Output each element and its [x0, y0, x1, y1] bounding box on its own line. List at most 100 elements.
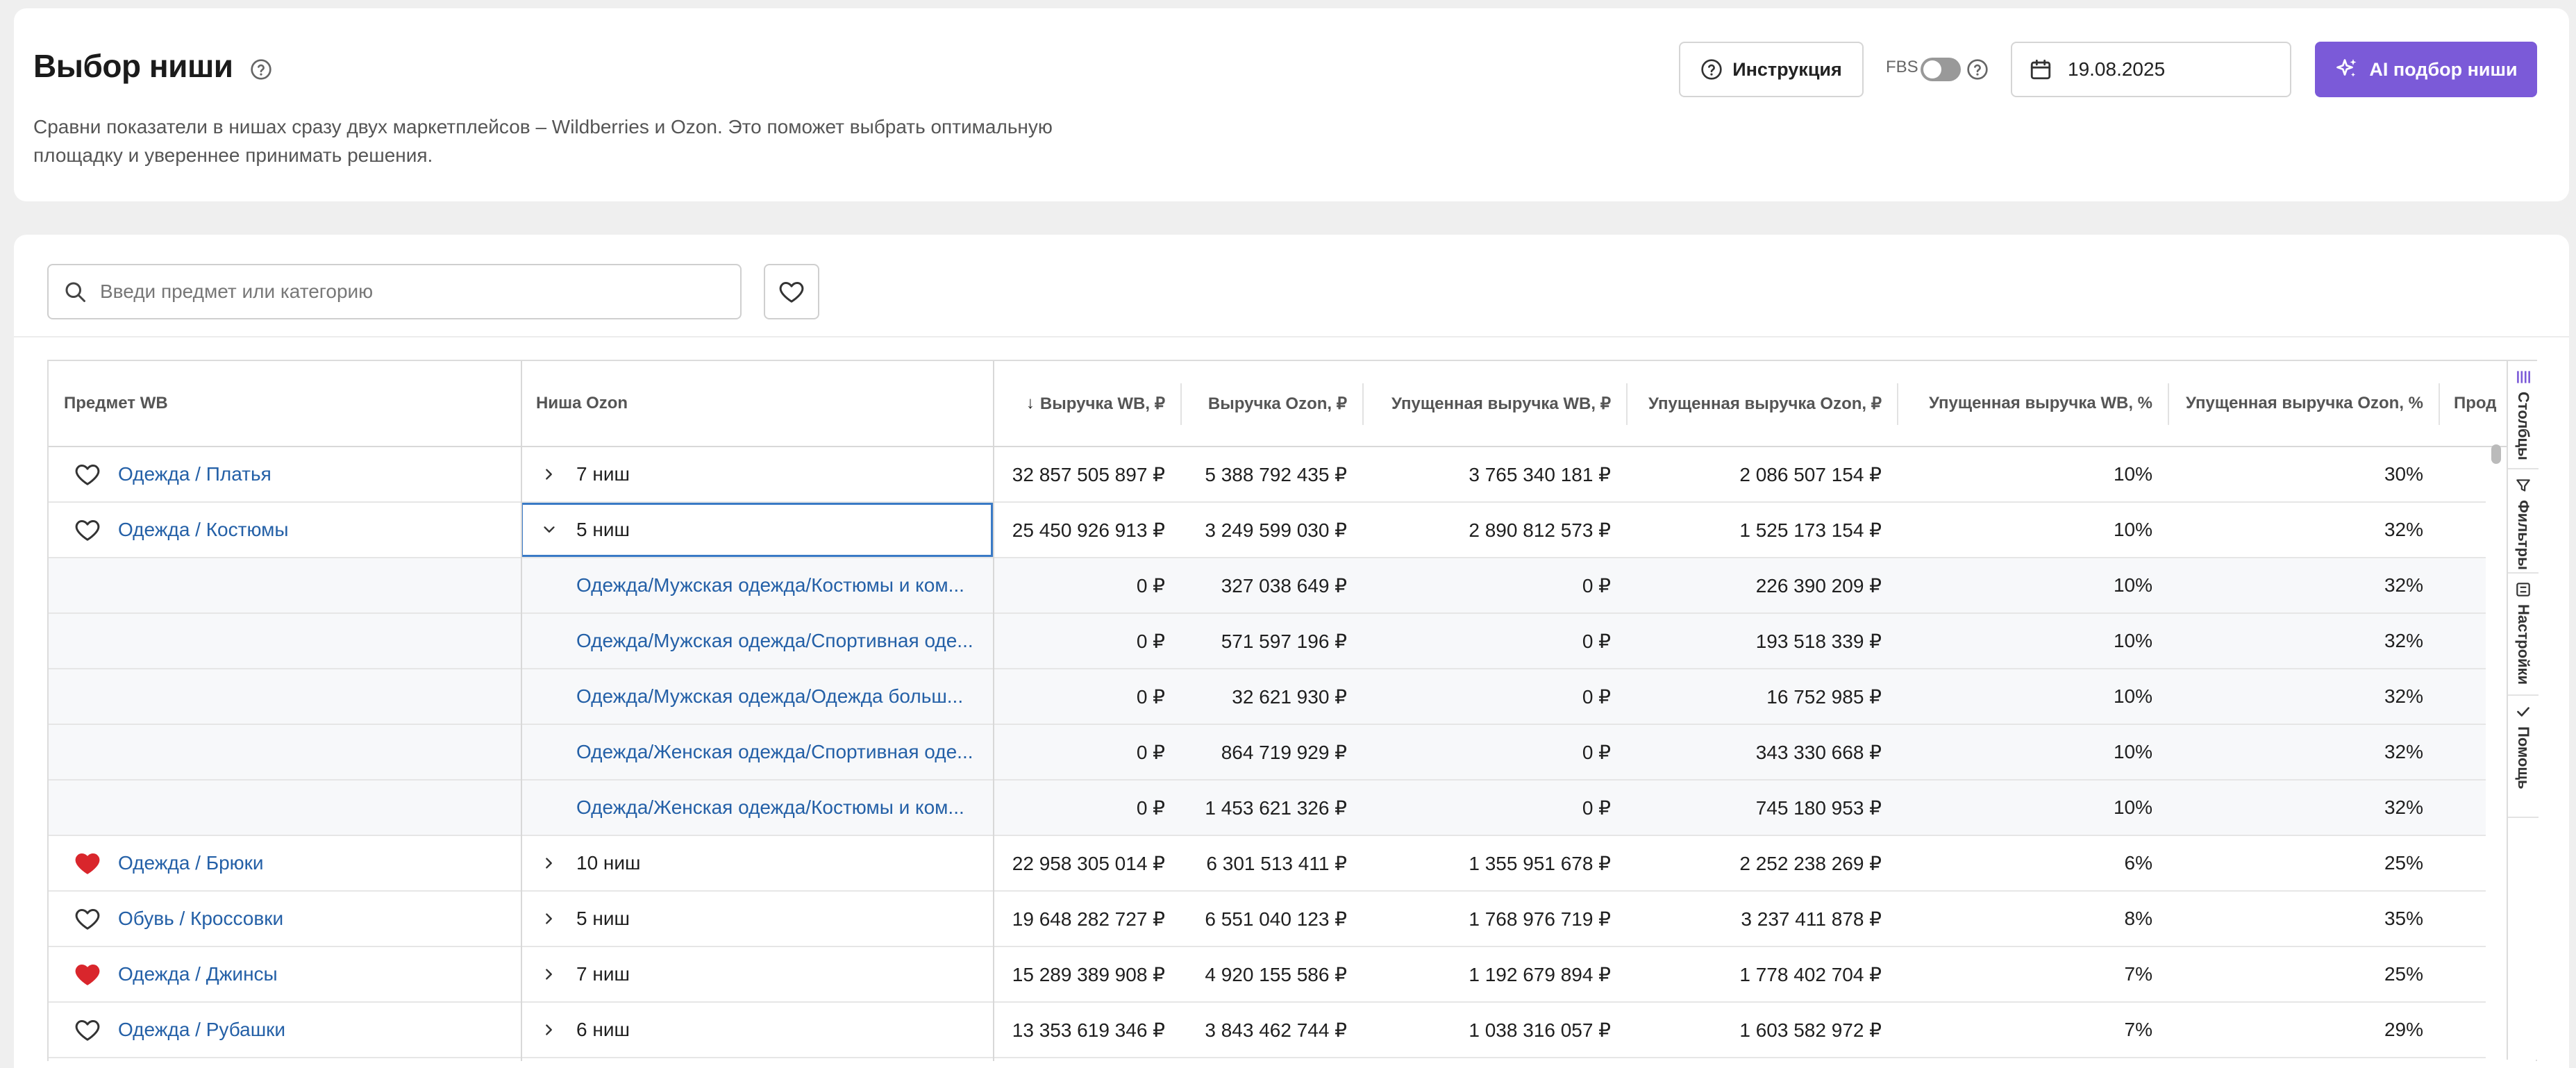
subject-link[interactable]: Одежда / Джинсы [118, 963, 278, 985]
child-niche-row[interactable]: Одежда/Мужская одежда/Одежда больш... 0 ₽… [49, 669, 2486, 725]
value-lost-wb: 1 768 976 719 ₽ [1469, 908, 1611, 930]
value-rev-wb: 15 289 389 908 ₽ [1012, 963, 1165, 985]
ozon-niche-link[interactable]: Одежда/Женская одежда/Спортивная оде... [576, 725, 990, 779]
heart-icon[interactable] [74, 460, 101, 488]
column-header-niche[interactable]: Ниша Ozon [536, 361, 978, 447]
value-rev-wb: 19 648 282 727 ₽ [1012, 908, 1165, 930]
ozon-niche-link[interactable]: Одежда/Мужская одежда/Спортивная оде... [576, 614, 990, 668]
subject-link[interactable]: Одежда / Брюки [118, 852, 264, 874]
table-row[interactable]: Одежда / Брюки 10 ниш 22 958 305 014 ₽ 6 30… [49, 836, 2486, 892]
value-rev-ozon: 1 453 621 326 ₽ [1205, 796, 1347, 819]
niche-count: 5 ниш [576, 519, 630, 540]
search-box[interactable] [47, 264, 742, 319]
niche-count: 6 ниш [576, 1019, 630, 1040]
heart-icon[interactable] [74, 516, 101, 544]
heart-icon [779, 282, 804, 303]
column-header-label: Упущенная выручка WB, ₽ [1391, 394, 1611, 413]
table-row[interactable]: Одежда / Костюмы 5 ниш 25 450 926 913 ₽ 3 2… [49, 503, 2486, 558]
column-resize-handle[interactable] [1180, 383, 1182, 425]
table-row[interactable]: Одежда / Рубашки 6 ниш 13 353 619 346 ₽ 3 8… [49, 1003, 2486, 1058]
chevron-right-icon[interactable] [542, 911, 557, 926]
fbs-help-icon[interactable] [1966, 58, 1989, 81]
calendar-icon [2030, 59, 2051, 80]
column-header-rev-wb[interactable]: ↓ Выручка WB, ₽ [1008, 361, 1165, 447]
column-resize-handle[interactable] [2439, 383, 2440, 425]
ozon-niche-link[interactable]: Одежда/Мужская одежда/Одежда больш... [576, 669, 990, 724]
subject-link[interactable]: Одежда / Рубашки [118, 1019, 285, 1041]
chevron-right-icon[interactable] [542, 467, 557, 482]
value-lost-wb-pct: 7% [2124, 963, 2152, 985]
child-niche-row[interactable]: Одежда/Мужская одежда/Костюмы и ком... 0 … [49, 558, 2486, 614]
column-header-lost-wb[interactable]: Упущенная выручка WB, ₽ [1378, 361, 1611, 447]
vertical-scrollbar[interactable] [2491, 444, 2501, 464]
instruction-button[interactable]: Инструкция [1679, 42, 1864, 97]
ozon-niche-link[interactable]: Одежда/Женская одежда/Костюмы и ком... [576, 781, 990, 835]
column-resize-handle[interactable] [1897, 383, 1898, 425]
value-lost-wb: 1 355 951 678 ₽ [1469, 852, 1611, 874]
value-lost-wb: 0 ₽ [1582, 685, 1611, 708]
niche-expand-cell[interactable]: 6 ниш [521, 1003, 993, 1057]
heart-icon[interactable] [74, 960, 101, 988]
value-lost-wb: 0 ₽ [1582, 741, 1611, 763]
side-tab-0[interactable]: Столбцы [2508, 361, 2539, 469]
niche-expand-cell[interactable]: 5 ниш [521, 892, 993, 946]
table-row[interactable]: Обувь / Кроссовки 5 ниш 19 648 282 727 ₽ 6 … [49, 892, 2486, 947]
column-header-lost-wb-pct[interactable]: Упущенная выручка WB, % [1912, 361, 2152, 447]
column-resize-handle[interactable] [2168, 383, 2169, 425]
value-lost-ozon-pct: 35% [2384, 908, 2423, 929]
column-resize-handle[interactable] [1626, 383, 1628, 425]
chevron-right-icon[interactable] [542, 967, 557, 982]
subject-cell: Одежда / Брюки [74, 836, 264, 890]
subject-link[interactable]: Обувь / Кроссовки [118, 908, 283, 930]
subject-cell: Одежда / Джинсы [74, 947, 278, 1001]
chevron-right-icon[interactable] [542, 856, 557, 871]
side-tab-3[interactable]: Помощь [2508, 696, 2539, 818]
column-header-subject[interactable]: Предмет WB [64, 361, 505, 447]
column-header-lost-ozon-pct[interactable]: Упущенная выручка Ozon, % [2183, 361, 2423, 447]
value-lost-ozon-pct: 32% [2384, 574, 2423, 596]
chevron-right-icon[interactable] [542, 1022, 557, 1037]
niche-expand-cell[interactable]: 10 ниш [521, 836, 993, 890]
value-lost-wb: 0 ₽ [1582, 630, 1611, 652]
date-value: 19.08.2025 [2068, 58, 2166, 80]
side-tab-2[interactable]: Настройки [2508, 574, 2539, 696]
fbs-toggle[interactable] [1921, 58, 1961, 81]
value-lost-ozon: 3 237 411 878 ₽ [1741, 908, 1882, 930]
heart-icon[interactable] [74, 905, 101, 933]
value-lost-wb: 1 192 679 894 ₽ [1469, 963, 1611, 985]
divider [14, 336, 2569, 337]
value-lost-ozon: 193 518 339 ₽ [1755, 630, 1882, 652]
value-lost-wb: 2 890 812 573 ₽ [1469, 519, 1611, 541]
ai-niche-button[interactable]: AI подбор ниши [2315, 42, 2537, 97]
niche-expand-cell[interactable]: 7 ниш [521, 447, 993, 501]
value-rev-wb: 22 958 305 014 ₽ [1012, 852, 1165, 874]
column-header-label: Прод [2454, 394, 2497, 412]
column-resize-handle[interactable] [1362, 383, 1364, 425]
column-header-lost-ozon[interactable]: Упущенная выручка Ozon, ₽ [1641, 361, 1882, 447]
heart-icon[interactable] [74, 1016, 101, 1044]
value-lost-wb-pct: 10% [2113, 630, 2152, 651]
ozon-niche-link[interactable]: Одежда/Мужская одежда/Костюмы и ком... [576, 558, 990, 612]
niche-expand-cell[interactable]: 7 ниш [521, 947, 993, 1001]
heart-icon[interactable] [74, 849, 101, 877]
help-icon[interactable] [250, 58, 272, 81]
search-input[interactable] [100, 281, 711, 303]
column-header-rev-ozon[interactable]: Выручка Ozon, ₽ [1196, 361, 1347, 447]
child-niche-row[interactable]: Одежда/Мужская одежда/Спортивная оде... 0… [49, 614, 2486, 669]
value-rev-wb: 0 ₽ [1136, 630, 1165, 652]
value-rev-ozon: 6 551 040 123 ₽ [1205, 908, 1347, 930]
subject-link[interactable]: Одежда / Платья [118, 463, 271, 485]
table-row[interactable]: Одежда / Джинсы 7 ниш 15 289 389 908 ₽ 4 92… [49, 947, 2486, 1003]
table-row[interactable]: Одежда / Платья 7 ниш 32 857 505 897 ₽ 5 38… [49, 447, 2486, 503]
child-niche-row[interactable]: Одежда/Женская одежда/Спортивная оде... 0… [49, 725, 2486, 781]
chevron-down-icon[interactable] [542, 522, 557, 537]
favorites-filter-button[interactable] [764, 264, 819, 319]
niche-expand-cell[interactable]: 5 ниш [521, 503, 993, 557]
child-niche-row[interactable]: Одежда/Женская одежда/Костюмы и ком... 0 … [49, 781, 2486, 836]
date-picker[interactable]: 19.08.2025 [2011, 42, 2291, 97]
subject-link[interactable]: Одежда / Костюмы [118, 519, 289, 541]
side-tab-1[interactable]: Фильтры [2508, 469, 2539, 574]
value-rev-wb: 0 ₽ [1136, 574, 1165, 596]
sort-desc-icon[interactable]: ↓ [1026, 394, 1035, 413]
value-rev-wb: 25 450 926 913 ₽ [1012, 519, 1165, 541]
